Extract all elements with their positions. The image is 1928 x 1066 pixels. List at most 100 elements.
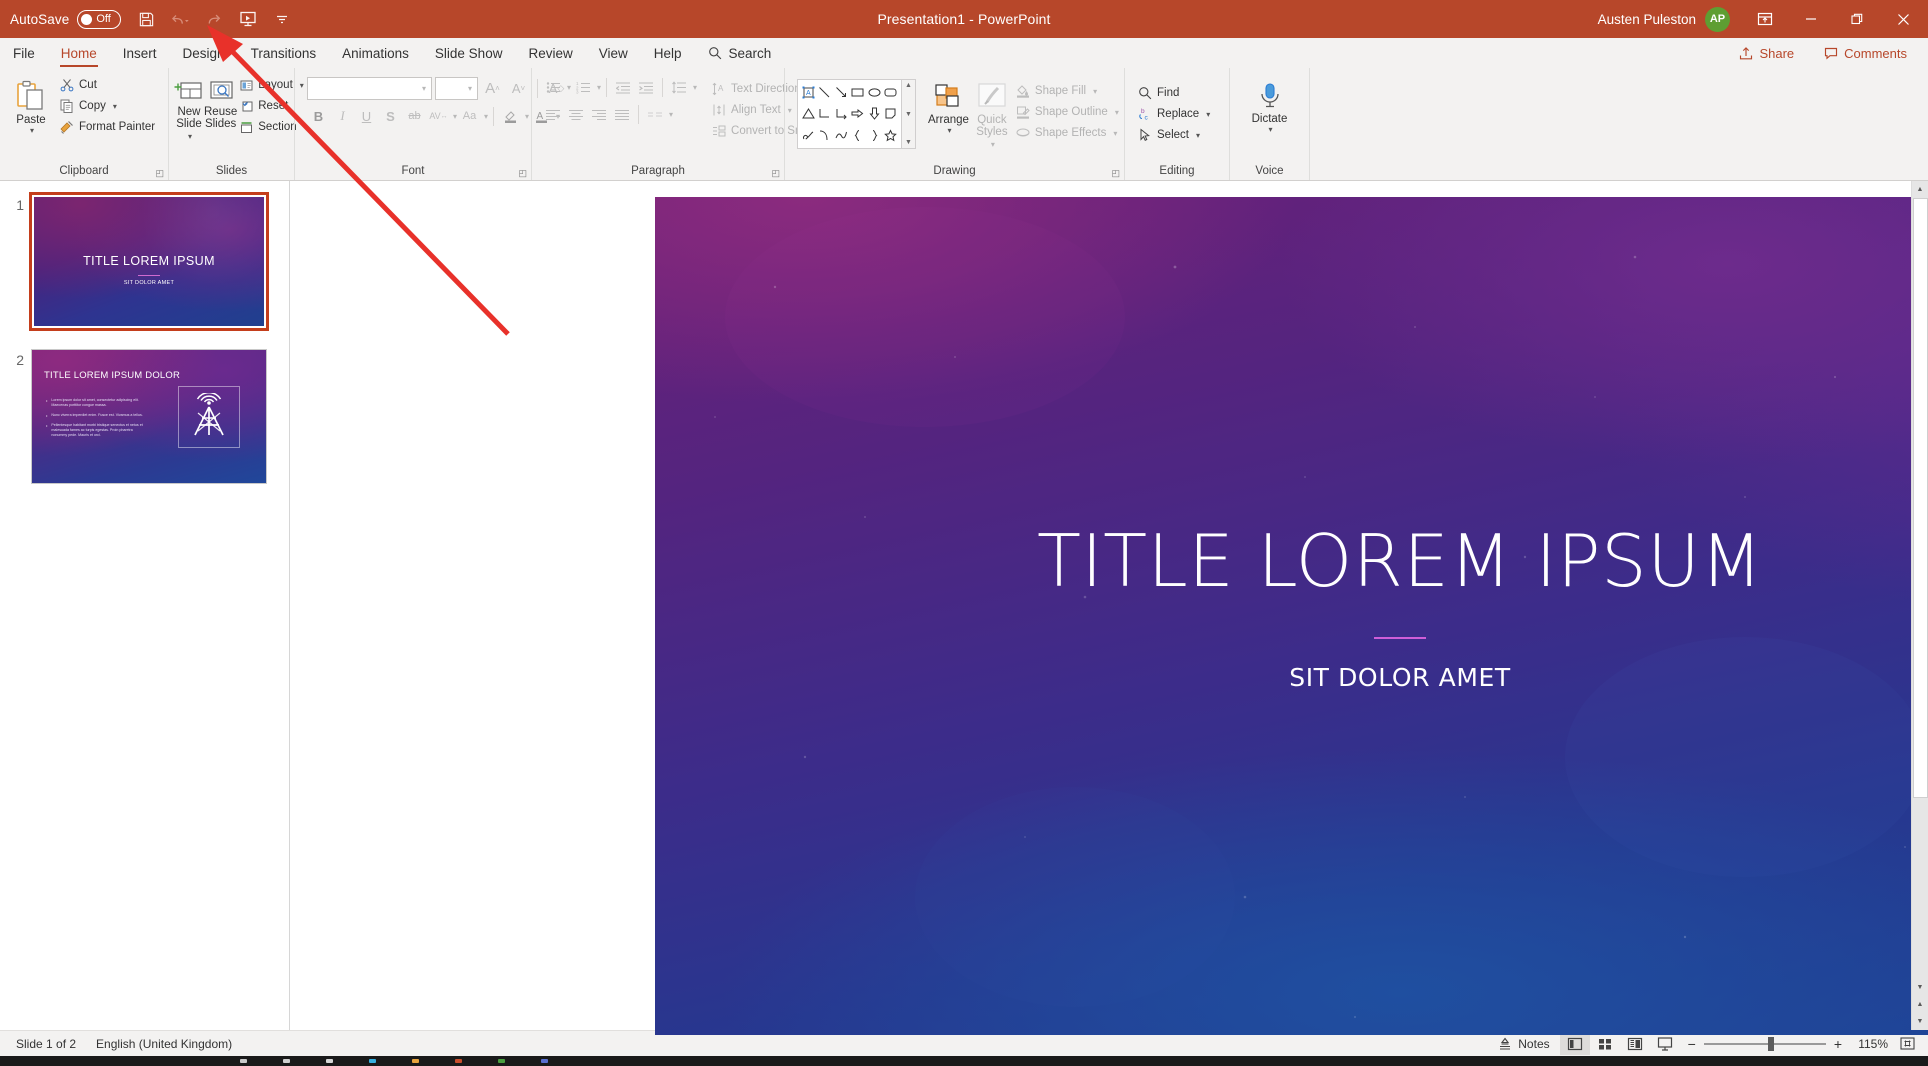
shape-line[interactable] xyxy=(817,82,834,103)
shape-fill-caret-icon[interactable]: ▾ xyxy=(1093,87,1097,96)
tab-file[interactable]: File xyxy=(0,38,48,68)
taskbar-icon[interactable] xyxy=(541,1059,548,1063)
zoom-knob[interactable] xyxy=(1767,1036,1774,1051)
tab-view[interactable]: View xyxy=(586,38,641,68)
font-size-combobox[interactable]: ▾ xyxy=(435,77,478,100)
reuse-slides-button[interactable]: Reuse Slides xyxy=(204,73,237,130)
justify-icon[interactable] xyxy=(611,104,633,125)
paste-button[interactable]: Paste ▾ xyxy=(5,73,57,135)
shapes-scroll-up-icon[interactable]: ▲ xyxy=(905,82,912,89)
taskbar-icon[interactable] xyxy=(412,1059,419,1063)
restore-button[interactable] xyxy=(1834,0,1880,38)
underline-icon[interactable]: U xyxy=(355,105,378,127)
columns-caret-icon[interactable]: ▾ xyxy=(669,110,673,119)
strikethrough-icon[interactable]: ab xyxy=(403,105,426,127)
numbering-icon[interactable]: 123 xyxy=(572,77,594,98)
font-name-caret-icon[interactable]: ▾ xyxy=(422,84,426,93)
align-right-icon[interactable] xyxy=(588,104,610,125)
shape-scribble[interactable] xyxy=(800,125,817,146)
zoom-slider[interactable]: − + xyxy=(1680,1036,1850,1052)
paragraph-dialog-launcher[interactable]: ◰ xyxy=(771,165,780,182)
thumbnail-frame-2[interactable]: TITLE LOREM IPSUM DOLOR • Lorem ipsum dol… xyxy=(31,349,267,484)
ribbon-display-options-icon[interactable] xyxy=(1742,0,1788,38)
bullets-caret-icon[interactable]: ▾ xyxy=(567,83,571,92)
shapes-gallery[interactable]: A ▲ ▼ ▼ xyxy=(797,79,916,149)
thumbnail-slide-1[interactable]: 1 TITLE LOREM IPSUM SIT DOLOR AMET xyxy=(0,192,289,331)
shape-right-arrow[interactable] xyxy=(850,103,867,124)
zoom-track[interactable] xyxy=(1703,1036,1826,1051)
reading-view-button[interactable] xyxy=(1620,1033,1650,1055)
tab-home[interactable]: Home xyxy=(48,38,110,68)
minimize-button[interactable] xyxy=(1788,0,1834,38)
taskbar-icon[interactable] xyxy=(283,1059,290,1063)
tab-insert[interactable]: Insert xyxy=(110,38,170,68)
shape-star[interactable] xyxy=(883,125,900,146)
font-name-combobox[interactable]: ▾ xyxy=(307,77,432,100)
shapes-grid[interactable]: A xyxy=(797,79,902,149)
taskbar-icon[interactable] xyxy=(455,1059,462,1063)
zoom-in-button[interactable]: + xyxy=(1834,1036,1842,1052)
select-button[interactable]: Select ▾ xyxy=(1135,125,1215,145)
text-highlight-color-icon[interactable] xyxy=(499,105,522,127)
tab-help[interactable]: Help xyxy=(641,38,695,68)
language-indicator[interactable]: English (United Kingdom) xyxy=(86,1031,242,1056)
close-button[interactable] xyxy=(1880,0,1926,38)
change-case-caret-icon[interactable]: ▾ xyxy=(484,112,488,121)
line-spacing-icon[interactable] xyxy=(668,77,690,98)
shapes-gallery-scrollbar[interactable]: ▲ ▼ ▼ xyxy=(902,79,916,149)
shape-rectangle[interactable] xyxy=(850,82,867,103)
tab-slide-show[interactable]: Slide Show xyxy=(422,38,516,68)
arrange-caret-icon[interactable]: ▾ xyxy=(947,126,951,135)
shape-outline-button[interactable]: Shape Outline ▾ xyxy=(1013,102,1124,122)
taskbar-icon[interactable] xyxy=(326,1059,333,1063)
arrange-button[interactable]: Arrange ▾ xyxy=(928,79,969,135)
normal-view-button[interactable] xyxy=(1559,1032,1590,1055)
shape-right-brace[interactable] xyxy=(866,125,883,146)
shapes-scroll-down-icon[interactable]: ▼ xyxy=(905,111,912,118)
increase-font-size-icon[interactable]: A ˄ xyxy=(481,78,504,100)
decrease-font-size-icon[interactable]: A ˅ xyxy=(507,78,530,100)
shape-fill-button[interactable]: Shape Fill ▾ xyxy=(1013,81,1124,101)
tab-review[interactable]: Review xyxy=(515,38,585,68)
shape-effects-button[interactable]: Shape Effects ▾ xyxy=(1013,123,1124,143)
slide-editing-area[interactable]: TITLE LOREM IPSUM SIT DOLOR AMET ▲ ▼ ▲ ▼ xyxy=(290,181,1928,1035)
copy-caret-icon[interactable]: ▾ xyxy=(113,102,117,111)
search-input[interactable]: Search xyxy=(695,38,785,68)
shape-curve[interactable] xyxy=(817,125,834,146)
zoom-level[interactable]: 115% xyxy=(1850,1037,1892,1051)
tab-design[interactable]: Design xyxy=(170,38,238,68)
align-center-icon[interactable] xyxy=(565,104,587,125)
replace-caret-icon[interactable]: ▾ xyxy=(1206,110,1210,119)
new-slide-caret-icon[interactable]: ▾ xyxy=(188,132,192,141)
current-slide[interactable]: TITLE LOREM IPSUM SIT DOLOR AMET xyxy=(655,197,1928,1035)
tab-transitions[interactable]: Transitions xyxy=(238,38,330,68)
zoom-out-button[interactable]: − xyxy=(1688,1036,1696,1052)
shape-elbow-connector[interactable] xyxy=(817,103,834,124)
share-button[interactable]: Share xyxy=(1728,42,1805,64)
thumbnail-slide-2[interactable]: 2 TITLE LOREM IPSUM DOLOR • Lorem ipsum d… xyxy=(0,349,289,484)
text-highlight-caret-icon[interactable]: ▾ xyxy=(525,112,529,121)
shape-rounded-rectangle[interactable] xyxy=(883,82,900,103)
autosave-switch[interactable]: Off xyxy=(77,9,122,29)
bullets-icon[interactable] xyxy=(542,77,564,98)
slide-counter[interactable]: Slide 1 of 2 xyxy=(6,1031,86,1056)
select-caret-icon[interactable]: ▾ xyxy=(1196,131,1200,140)
quick-styles-caret-icon[interactable]: ▾ xyxy=(991,140,995,149)
next-slide-icon[interactable]: ▼ xyxy=(1912,1013,1928,1030)
fit-slide-to-window-icon[interactable] xyxy=(1892,1033,1922,1055)
taskbar-icon[interactable] xyxy=(240,1059,247,1063)
italic-icon[interactable]: I xyxy=(331,105,354,127)
quick-styles-button[interactable]: Quick Styles ▾ xyxy=(975,79,1009,151)
cut-button[interactable]: Cut xyxy=(57,75,160,95)
slide-sorter-view-button[interactable] xyxy=(1590,1033,1620,1055)
vertical-scrollbar[interactable]: ▲ ▼ ▲ ▼ xyxy=(1911,181,1928,1030)
character-spacing-caret-icon[interactable]: ▾ xyxy=(453,112,457,121)
format-painter-button[interactable]: Format Painter xyxy=(57,117,160,137)
shape-elbow-arrow-connector[interactable] xyxy=(833,103,850,124)
font-size-caret-icon[interactable]: ▾ xyxy=(468,84,472,93)
customize-quick-access-toolbar-icon[interactable] xyxy=(265,3,299,35)
previous-slide-icon[interactable]: ▲ xyxy=(1912,996,1928,1013)
undo-icon[interactable] xyxy=(163,3,197,35)
shape-oval[interactable] xyxy=(866,82,883,103)
find-button[interactable]: Find xyxy=(1135,83,1215,103)
